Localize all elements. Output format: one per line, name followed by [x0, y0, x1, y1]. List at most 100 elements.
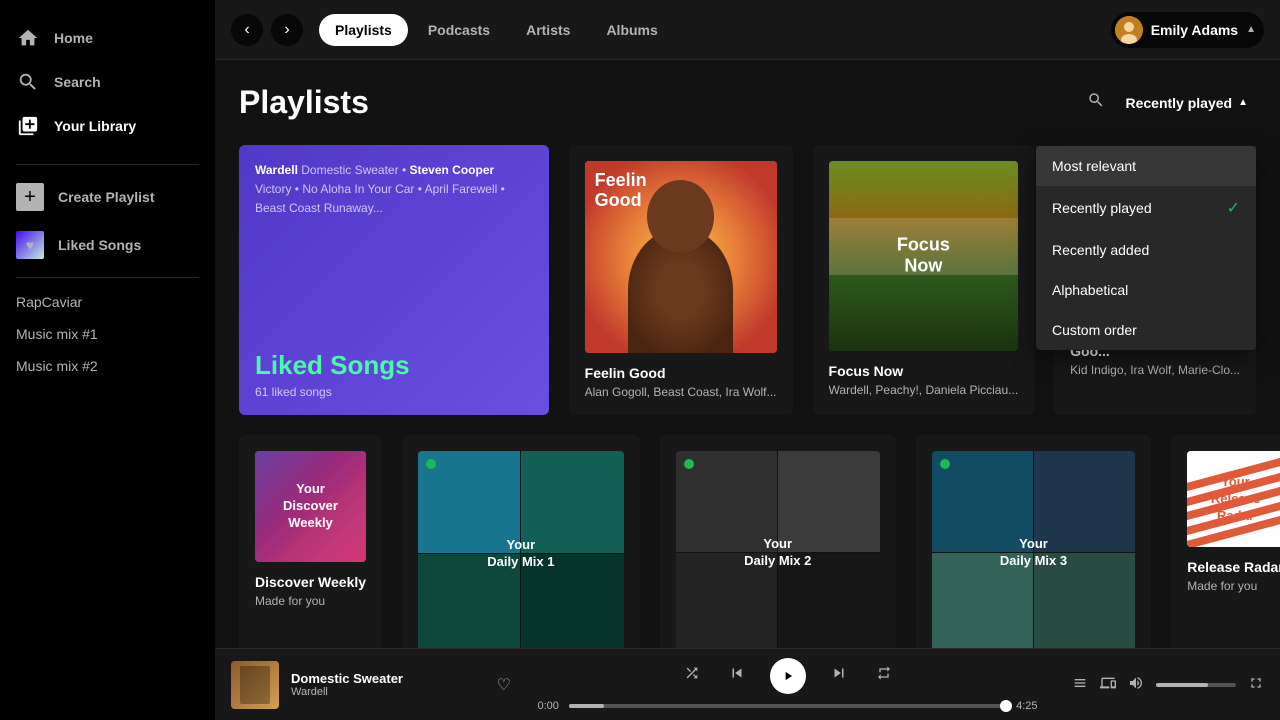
dot-badge — [684, 459, 694, 469]
volume-track[interactable] — [1156, 683, 1236, 687]
tab-albums[interactable]: Albums — [590, 14, 673, 46]
create-playlist-label: Create Playlist — [58, 189, 155, 205]
chevron-up-icon: ▲ — [1238, 97, 1248, 108]
daily-mix-2-text: YourDaily Mix 2 — [744, 536, 811, 570]
dropdown-label: Most relevant — [1052, 158, 1136, 174]
home-icon — [16, 26, 40, 50]
player-progress: 0:00 4:25 — [538, 700, 1038, 712]
sort-dropdown-button[interactable]: Recently played ▲ — [1117, 91, 1256, 115]
sidebar-item-music-mix-1[interactable]: Music mix #1 — [0, 318, 215, 350]
track-name-1: Wardell — [255, 163, 298, 177]
page-title: Playlists — [239, 84, 369, 121]
progress-dot — [1000, 700, 1012, 712]
card-name: Release Radar — [1187, 559, 1280, 575]
daily-mix-2-thumb: YourDaily Mix 2 — [676, 451, 880, 648]
sidebar-home-label: Home — [54, 30, 93, 46]
sidebar-item-music-mix-2[interactable]: Music mix #2 — [0, 350, 215, 382]
fullscreen-button[interactable] — [1248, 675, 1264, 695]
dropdown-item-alphabetical[interactable]: Alphabetical — [1036, 270, 1256, 310]
back-button[interactable]: ‹ — [231, 14, 263, 46]
playlist-label: RapCaviar — [16, 294, 82, 310]
release-radar-art: YourReleaseRadar — [1187, 451, 1280, 548]
sidebar-divider — [16, 164, 199, 165]
progress-track[interactable] — [569, 704, 1006, 708]
volume-button[interactable] — [1128, 675, 1144, 695]
player-center: 0:00 4:25 — [511, 658, 1064, 712]
card-daily-mix-1[interactable]: YourDaily Mix 1 Daily Mix 1 Gene Evaro J… — [402, 435, 640, 648]
discover-weekly-text: YourDiscoverWeekly — [275, 473, 346, 540]
sidebar-item-library[interactable]: Your Library — [0, 104, 215, 148]
liked-songs-title-area: Liked Songs 61 liked songs — [255, 350, 533, 399]
sort-label: Recently played — [1125, 95, 1232, 111]
liked-songs-card[interactable]: Wardell Domestic Sweater • Steven Cooper… — [239, 145, 549, 415]
player-track-info: Domestic Sweater Wardell — [291, 671, 485, 698]
liked-songs-icon: ♥ — [16, 231, 44, 259]
tab-artists[interactable]: Artists — [510, 14, 586, 46]
daily-mix-2-art: YourDaily Mix 2 — [676, 451, 880, 648]
create-playlist-icon: + — [16, 183, 44, 211]
sidebar-item-rapcaviar[interactable]: RapCaviar — [0, 286, 215, 318]
dropdown-item-recently-played[interactable]: Recently played ✓ — [1036, 186, 1256, 230]
release-radar-text: YourReleaseRadar — [1203, 466, 1268, 533]
check-icon: ✓ — [1227, 198, 1240, 218]
player-right — [1064, 675, 1264, 695]
track-name-2: Steven Cooper — [409, 163, 494, 177]
playlist-grid-row2: YourDiscoverWeekly Discover Weekly Made … — [239, 435, 1256, 648]
release-radar-thumb: YourReleaseRadar — [1187, 451, 1280, 548]
sidebar-search-label: Search — [54, 74, 101, 90]
tab-podcasts[interactable]: Podcasts — [412, 14, 506, 46]
person-head — [647, 180, 714, 253]
card-desc: Made for you — [255, 594, 366, 608]
repeat-button[interactable] — [872, 661, 896, 690]
card-desc: Kid Indigo, Ira Wolf, Marie-Clo... — [1070, 363, 1240, 377]
filter-search-icon[interactable] — [1087, 91, 1105, 114]
dropdown-label: Alphabetical — [1052, 282, 1128, 298]
user-profile[interactable]: Emily Adams ▲ — [1111, 12, 1264, 48]
daily-mix-1-text: YourDaily Mix 1 — [487, 537, 554, 571]
user-avatar — [1115, 16, 1143, 44]
tab-nav: Playlists Podcasts Artists Albums — [319, 14, 674, 46]
sidebar: Home Search Your Library + Create Playli… — [0, 0, 215, 720]
heart-icon[interactable]: ♡ — [497, 675, 511, 695]
topbar: ‹ › Playlists Podcasts Artists Albums — [215, 0, 1280, 60]
previous-button[interactable] — [724, 660, 750, 691]
sidebar-item-search[interactable]: Search — [0, 60, 215, 104]
dropdown-item-recently-added[interactable]: Recently added — [1036, 230, 1256, 270]
feelin-good-thumb: FeelinGood — [585, 161, 777, 353]
page-header: Playlists Recently played ▲ Most relevan… — [239, 84, 1256, 121]
search-icon — [16, 70, 40, 94]
next-button[interactable] — [826, 660, 852, 691]
player-bar: Domestic Sweater Wardell ♡ — [215, 648, 1280, 720]
dropdown-item-most-relevant[interactable]: Most relevant — [1036, 146, 1256, 186]
queue-button[interactable] — [1072, 675, 1088, 695]
sidebar-divider-2 — [16, 277, 199, 278]
liked-songs-count: 61 liked songs — [255, 385, 533, 399]
create-playlist-button[interactable]: + Create Playlist — [0, 173, 215, 221]
forward-button[interactable]: › — [271, 14, 303, 46]
card-daily-mix-3[interactable]: YourDaily Mix 3 Daily Mix 3 Marie-Clo, N… — [916, 435, 1151, 648]
daily-mix-3-art: YourDaily Mix 3 — [932, 451, 1135, 648]
player-artist-name: Wardell — [291, 686, 485, 698]
liked-songs-button[interactable]: ♥ Liked Songs — [0, 221, 215, 269]
play-pause-button[interactable] — [770, 658, 806, 694]
card-release-radar[interactable]: YourReleaseRadar Release Radar Made for … — [1171, 435, 1280, 648]
sidebar-item-home[interactable]: Home — [0, 16, 215, 60]
dropdown-label: Custom order — [1052, 322, 1137, 338]
daily-mix-3-thumb: YourDaily Mix 3 — [932, 451, 1135, 648]
card-feelin-good[interactable]: FeelinGood Feelin Good Alan Gogoll, Beas… — [569, 145, 793, 415]
card-daily-mix-2[interactable]: YourDaily Mix 2 Daily Mix 2 The Serious … — [660, 435, 896, 648]
card-discover-weekly[interactable]: YourDiscoverWeekly Discover Weekly Made … — [239, 435, 382, 648]
library-icon — [16, 114, 40, 138]
main-content: Playlists Recently played ▲ Most relevan… — [215, 60, 1280, 648]
dropdown-label: Recently played — [1052, 200, 1152, 216]
dropdown-item-custom-order[interactable]: Custom order — [1036, 310, 1256, 350]
shuffle-button[interactable] — [680, 661, 704, 690]
tab-playlists[interactable]: Playlists — [319, 14, 408, 46]
feelin-good-text: FeelinGood — [595, 171, 647, 211]
playlist-label: Music mix #1 — [16, 326, 98, 342]
dot-badge — [426, 459, 436, 469]
volume-fill — [1156, 683, 1208, 687]
daily-mix-1-art: YourDaily Mix 1 — [418, 451, 624, 648]
devices-button[interactable] — [1100, 675, 1116, 695]
card-focus-now[interactable]: FocusNow Focus Now Wardell, Peachy!, Dan… — [813, 145, 1035, 415]
